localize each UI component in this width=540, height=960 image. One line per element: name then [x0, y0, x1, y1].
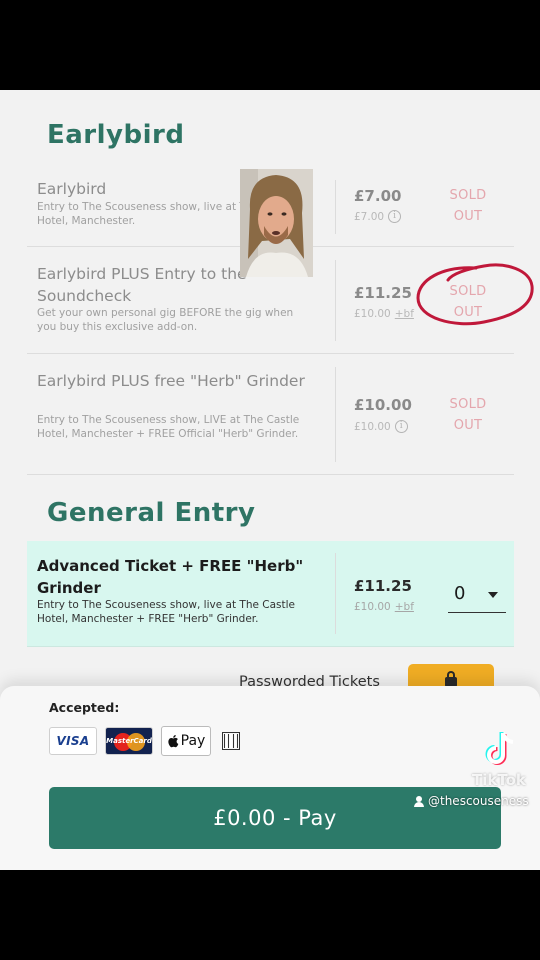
section-title-earlybird: Earlybird — [47, 120, 185, 150]
accepted-label: Accepted: — [49, 700, 120, 715]
sold-out-line2: OUT — [453, 209, 483, 224]
checkout-screen: Earlybird Earlybird Entry to The Scousen… — [0, 90, 540, 870]
info-icon[interactable]: i — [388, 210, 402, 223]
ticket-price: £10.00 — [354, 396, 412, 414]
apple-logo-icon — [168, 735, 178, 748]
ticket-description: Get your own personal gig BEFORE the gig… — [37, 307, 294, 333]
mastercard-text: MasterCard — [106, 737, 152, 745]
ticket-base-price: £10.00 +bf — [354, 308, 414, 320]
unlock-tickets-button[interactable] — [408, 664, 494, 686]
ticket-name: Earlybird PLUS free "Herb" Grinder — [37, 372, 305, 390]
passworded-tickets-row: Passworded Tickets — [0, 664, 540, 686]
payment-footer: Accepted: VISA MasterCard Pay £0.00 - Pa… — [0, 686, 540, 870]
barcode-icon — [222, 732, 240, 750]
tiktok-wordmark: TikTok — [472, 771, 526, 789]
ticket-base-price: £10.00 +bf — [354, 601, 414, 613]
ticket-name: Advanced Ticket + FREE "Herb" Grinder — [37, 557, 304, 597]
webcam-overlay — [240, 169, 313, 277]
accepted-cards: VISA MasterCard Pay — [49, 726, 240, 756]
sold-out-line1: SOLD — [449, 188, 487, 203]
sold-out-line1: SOLD — [449, 397, 487, 412]
sold-out-status: SOLD OUT — [439, 394, 497, 436]
lock-icon — [445, 671, 457, 686]
ticket-price: £11.25 — [354, 577, 412, 595]
ticket-base-price: £10.00 i — [354, 420, 408, 433]
ticket-row-herb-grinder: Earlybird PLUS free "Herb" Grinder Entry… — [27, 355, 514, 475]
quantity-select[interactable]: 0 — [448, 577, 506, 613]
chevron-down-icon — [488, 592, 498, 598]
divider — [335, 367, 336, 462]
quantity-value: 0 — [454, 583, 466, 604]
info-icon[interactable]: i — [394, 420, 408, 433]
sold-out-line2: OUT — [453, 418, 483, 433]
base-price-value: £10.00 — [354, 308, 391, 320]
ticket-description: Entry to The Scouseness show, live at Th… — [37, 599, 296, 625]
creator-handle-text: @thescouseness — [428, 794, 529, 808]
ticket-price: £11.25 — [354, 284, 412, 302]
sold-out-status: SOLD OUT — [439, 185, 497, 227]
divider — [335, 553, 336, 634]
mastercard-icon: MasterCard — [105, 727, 153, 755]
base-price-value: £10.00 — [354, 420, 391, 433]
section-title-general-entry: General Entry — [47, 498, 256, 528]
booking-fee-link[interactable]: +bf — [395, 308, 414, 320]
booking-fee-link[interactable]: +bf — [395, 601, 414, 613]
base-price-value: £7.00 — [354, 210, 385, 223]
divider — [335, 180, 336, 234]
annotation-circle — [416, 263, 534, 326]
creator-handle: @thescouseness — [414, 794, 529, 808]
passworded-tickets-label: Passworded Tickets — [239, 674, 380, 686]
ticket-row-advanced: Advanced Ticket + FREE "Herb" Grinder En… — [27, 541, 514, 647]
divider — [335, 260, 336, 341]
user-icon — [414, 795, 424, 807]
ticket-description: Entry to The Scouseness show, LIVE at Th… — [37, 414, 300, 440]
ticket-price: £7.00 — [354, 187, 402, 205]
base-price-value: £10.00 — [354, 601, 391, 613]
visa-card-icon: VISA — [49, 727, 97, 755]
apple-pay-text: Pay — [180, 733, 206, 749]
tiktok-logo-icon — [485, 732, 514, 765]
apple-pay-icon: Pay — [161, 726, 211, 756]
ticket-base-price: £7.00 i — [354, 210, 402, 223]
